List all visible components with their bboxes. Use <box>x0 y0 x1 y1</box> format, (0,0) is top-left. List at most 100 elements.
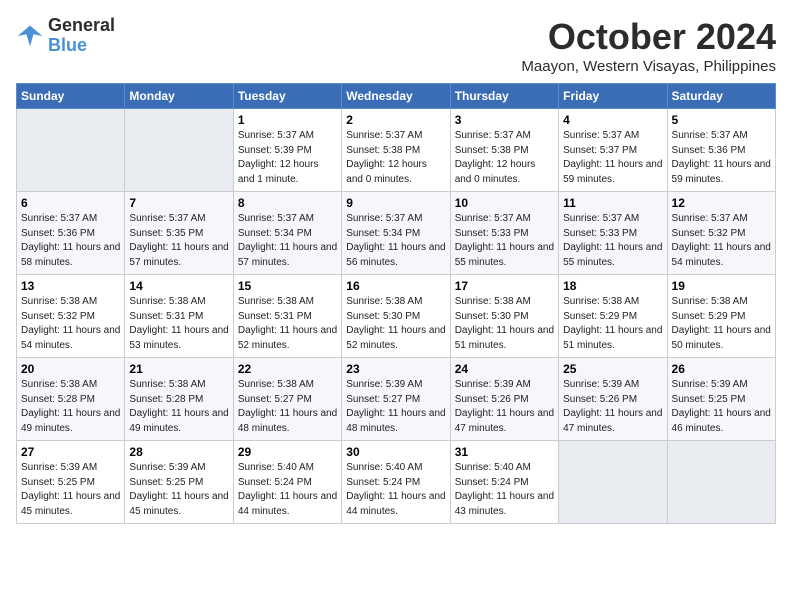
day-detail: Sunrise: 5:38 AM Sunset: 5:31 PM Dayligh… <box>129 295 228 353</box>
day-detail: Sunrise: 5:39 AM Sunset: 5:25 PM Dayligh… <box>21 461 120 519</box>
calendar-cell: 16Sunrise: 5:38 AM Sunset: 5:30 PM Dayli… <box>342 275 450 358</box>
day-detail: Sunrise: 5:37 AM Sunset: 5:37 PM Dayligh… <box>563 129 662 187</box>
day-detail: Sunrise: 5:38 AM Sunset: 5:30 PM Dayligh… <box>346 295 445 353</box>
day-detail: Sunrise: 5:38 AM Sunset: 5:32 PM Dayligh… <box>21 295 120 353</box>
calendar-cell: 9Sunrise: 5:37 AM Sunset: 5:34 PM Daylig… <box>342 192 450 275</box>
calendar-cell: 1Sunrise: 5:37 AM Sunset: 5:39 PM Daylig… <box>233 109 341 192</box>
calendar-cell: 26Sunrise: 5:39 AM Sunset: 5:25 PM Dayli… <box>667 358 775 441</box>
calendar-cell: 11 Sunrise: 5:37 AM Sunset: 5:33 PM Dayli… <box>559 192 667 275</box>
day-detail: Sunrise: 5:37 AM Sunset: 5:36 PM Dayligh… <box>672 129 771 187</box>
day-detail: Sunrise: 5:38 AM Sunset: 5:27 PM Dayligh… <box>238 378 337 436</box>
day-detail: Sunrise: 5:37 AM Sunset: 5:36 PM Dayligh… <box>21 212 120 270</box>
day-number: 3 <box>455 113 554 127</box>
calendar-cell: 5 Sunrise: 5:37 AM Sunset: 5:36 PM Daylig… <box>667 109 775 192</box>
week-row-0: 1Sunrise: 5:37 AM Sunset: 5:39 PM Daylig… <box>17 109 776 192</box>
calendar-cell: 25 Sunrise: 5:39 AM Sunset: 5:26 PM Dayli… <box>559 358 667 441</box>
day-detail: Sunrise: 5:37 AM Sunset: 5:32 PM Dayligh… <box>672 212 771 270</box>
day-header-thursday: Thursday <box>450 84 558 109</box>
calendar-table: SundayMondayTuesdayWednesdayThursdayFrid… <box>16 83 776 524</box>
day-header-saturday: Saturday <box>667 84 775 109</box>
week-row-2: 13 Sunrise: 5:38 AM Sunset: 5:32 PM Dayli… <box>17 275 776 358</box>
week-row-3: 20 Sunrise: 5:38 AM Sunset: 5:28 PM Dayli… <box>17 358 776 441</box>
logo-text: General Blue <box>48 16 115 56</box>
day-number: 7 <box>129 196 228 210</box>
day-number: 2 <box>346 113 445 127</box>
calendar-cell: 3Sunrise: 5:37 AM Sunset: 5:38 PM Daylig… <box>450 109 558 192</box>
day-number: 20 <box>21 362 120 376</box>
day-detail: Sunrise: 5:37 AM Sunset: 5:34 PM Dayligh… <box>238 212 337 270</box>
day-detail: Sunrise: 5:39 AM Sunset: 5:27 PM Dayligh… <box>346 378 445 436</box>
day-number: 8 <box>238 196 337 210</box>
day-number: 24 <box>455 362 554 376</box>
calendar-cell: 6 Sunrise: 5:37 AM Sunset: 5:36 PM Daylig… <box>17 192 125 275</box>
day-detail: Sunrise: 5:38 AM Sunset: 5:31 PM Dayligh… <box>238 295 337 353</box>
day-number: 11 <box>563 196 662 210</box>
day-header-friday: Friday <box>559 84 667 109</box>
day-number: 30 <box>346 445 445 459</box>
calendar-cell: 17 Sunrise: 5:38 AM Sunset: 5:30 PM Dayli… <box>450 275 558 358</box>
day-detail: Sunrise: 5:37 AM Sunset: 5:35 PM Dayligh… <box>129 212 228 270</box>
calendar-cell: 2Sunrise: 5:37 AM Sunset: 5:38 PM Daylig… <box>342 109 450 192</box>
title-block: October 2024 Maayon, Western Visayas, Ph… <box>521 16 776 75</box>
day-number: 5 <box>672 113 771 127</box>
calendar-cell <box>559 441 667 524</box>
calendar-cell <box>667 441 775 524</box>
logo: General Blue <box>16 16 115 56</box>
day-number: 1 <box>238 113 337 127</box>
header-row: SundayMondayTuesdayWednesdayThursdayFrid… <box>17 84 776 109</box>
calendar-cell: 24 Sunrise: 5:39 AM Sunset: 5:26 PM Dayli… <box>450 358 558 441</box>
calendar-cell: 14Sunrise: 5:38 AM Sunset: 5:31 PM Dayli… <box>125 275 233 358</box>
day-detail: Sunrise: 5:37 AM Sunset: 5:33 PM Dayligh… <box>455 212 554 270</box>
calendar-cell: 19Sunrise: 5:38 AM Sunset: 5:29 PM Dayli… <box>667 275 775 358</box>
day-detail: Sunrise: 5:40 AM Sunset: 5:24 PM Dayligh… <box>455 461 554 519</box>
day-number: 17 <box>455 279 554 293</box>
calendar-cell: 4 Sunrise: 5:37 AM Sunset: 5:37 PM Daylig… <box>559 109 667 192</box>
calendar-cell: 8 Sunrise: 5:37 AM Sunset: 5:34 PM Daylig… <box>233 192 341 275</box>
day-header-monday: Monday <box>125 84 233 109</box>
calendar-cell: 28 Sunrise: 5:39 AM Sunset: 5:25 PM Dayli… <box>125 441 233 524</box>
day-detail: Sunrise: 5:38 AM Sunset: 5:30 PM Dayligh… <box>455 295 554 353</box>
day-detail: Sunrise: 5:37 AM Sunset: 5:34 PM Dayligh… <box>346 212 445 270</box>
day-number: 28 <box>129 445 228 459</box>
calendar-cell <box>125 109 233 192</box>
calendar-cell: 10 Sunrise: 5:37 AM Sunset: 5:33 PM Dayli… <box>450 192 558 275</box>
day-number: 21 <box>129 362 228 376</box>
day-detail: Sunrise: 5:38 AM Sunset: 5:28 PM Dayligh… <box>21 378 120 436</box>
day-detail: Sunrise: 5:38 AM Sunset: 5:29 PM Dayligh… <box>672 295 771 353</box>
calendar-cell: 18 Sunrise: 5:38 AM Sunset: 5:29 PM Dayli… <box>559 275 667 358</box>
calendar-cell: 22 Sunrise: 5:38 AM Sunset: 5:27 PM Dayli… <box>233 358 341 441</box>
calendar-cell: 29 Sunrise: 5:40 AM Sunset: 5:24 PM Dayli… <box>233 441 341 524</box>
calendar-cell: 21 Sunrise: 5:38 AM Sunset: 5:28 PM Dayli… <box>125 358 233 441</box>
day-detail: Sunrise: 5:37 AM Sunset: 5:33 PM Dayligh… <box>563 212 662 270</box>
day-number: 18 <box>563 279 662 293</box>
calendar-cell: 31 Sunrise: 5:40 AM Sunset: 5:24 PM Dayli… <box>450 441 558 524</box>
calendar-cell: 23 Sunrise: 5:39 AM Sunset: 5:27 PM Dayli… <box>342 358 450 441</box>
calendar-cell: 12 Sunrise: 5:37 AM Sunset: 5:32 PM Dayli… <box>667 192 775 275</box>
day-detail: Sunrise: 5:40 AM Sunset: 5:24 PM Dayligh… <box>238 461 337 519</box>
day-number: 22 <box>238 362 337 376</box>
day-number: 4 <box>563 113 662 127</box>
logo-bird-icon <box>16 22 44 50</box>
day-number: 15 <box>238 279 337 293</box>
day-number: 27 <box>21 445 120 459</box>
day-number: 13 <box>21 279 120 293</box>
day-detail: Sunrise: 5:39 AM Sunset: 5:25 PM Dayligh… <box>129 461 228 519</box>
day-number: 29 <box>238 445 337 459</box>
day-number: 23 <box>346 362 445 376</box>
day-number: 10 <box>455 196 554 210</box>
day-detail: Sunrise: 5:38 AM Sunset: 5:28 PM Dayligh… <box>129 378 228 436</box>
day-number: 12 <box>672 196 771 210</box>
day-header-sunday: Sunday <box>17 84 125 109</box>
day-detail: Sunrise: 5:39 AM Sunset: 5:26 PM Dayligh… <box>455 378 554 436</box>
day-number: 6 <box>21 196 120 210</box>
day-number: 31 <box>455 445 554 459</box>
calendar-cell: 7 Sunrise: 5:37 AM Sunset: 5:35 PM Daylig… <box>125 192 233 275</box>
day-detail: Sunrise: 5:39 AM Sunset: 5:25 PM Dayligh… <box>672 378 771 436</box>
week-row-1: 6 Sunrise: 5:37 AM Sunset: 5:36 PM Daylig… <box>17 192 776 275</box>
page-header: General Blue October 2024 Maayon, Wester… <box>16 16 776 75</box>
day-number: 25 <box>563 362 662 376</box>
day-detail: Sunrise: 5:39 AM Sunset: 5:26 PM Dayligh… <box>563 378 662 436</box>
day-detail: Sunrise: 5:38 AM Sunset: 5:29 PM Dayligh… <box>563 295 662 353</box>
calendar-cell: 15 Sunrise: 5:38 AM Sunset: 5:31 PM Dayli… <box>233 275 341 358</box>
calendar-cell: 20 Sunrise: 5:38 AM Sunset: 5:28 PM Dayli… <box>17 358 125 441</box>
